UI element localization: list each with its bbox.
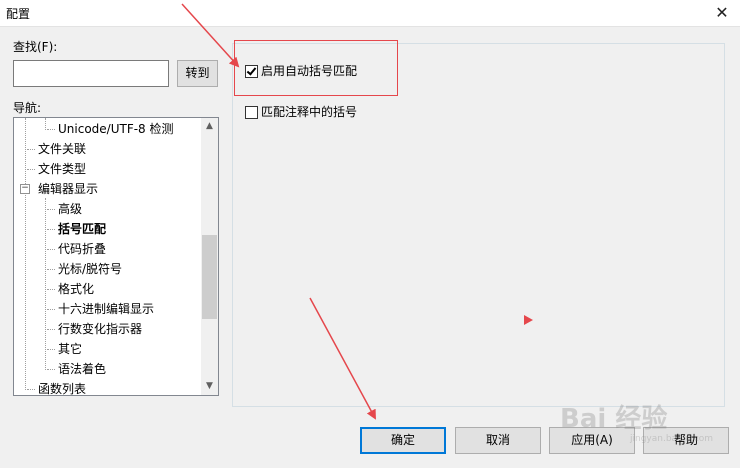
watermark-text: Bai 经验: [560, 404, 668, 434]
nav-tree[interactable]: Unicode/UTF-8 检测 文件关联 文件类型 − 编辑器显示 高级 括号…: [13, 117, 219, 396]
tree-item-function-list[interactable]: 函数列表: [38, 379, 86, 395]
tree-item-file-types[interactable]: 文件类型: [38, 159, 86, 179]
watermark: Bai 经验 jingyan.baidu.com: [560, 392, 736, 448]
tree-line-root: [25, 118, 26, 390]
options-panel: [232, 43, 725, 407]
tree-branch: [47, 369, 55, 370]
scroll-up-icon[interactable]: ▲: [201, 118, 218, 135]
scroll-thumb[interactable]: [202, 235, 217, 319]
close-icon[interactable]: ✕: [712, 3, 732, 23]
goto-button[interactable]: 转到: [177, 60, 218, 87]
tree-branch: [47, 249, 55, 250]
tree-branch: [27, 169, 35, 170]
tree-item-brace-matching[interactable]: 括号匹配: [58, 219, 106, 239]
tree-item-other[interactable]: 其它: [58, 339, 82, 359]
window-title: 配置: [6, 7, 31, 21]
tree-branch: [47, 349, 55, 350]
tree-item-unicode-detect[interactable]: Unicode/UTF-8 检测: [58, 119, 174, 139]
tree-item-line-change-indicator[interactable]: 行数变化指示器: [58, 319, 142, 339]
ok-button[interactable]: 确定: [360, 427, 446, 454]
tree-branch: [47, 209, 55, 210]
tree-item-file-association[interactable]: 文件关联: [38, 139, 86, 159]
tree-branch: [47, 129, 55, 130]
tree-line-level2-top: [45, 118, 46, 130]
tree-branch: [47, 329, 55, 330]
tree-branch: [47, 309, 55, 310]
cancel-button[interactable]: 取消: [455, 427, 541, 454]
tree-item-editor-display[interactable]: 编辑器显示: [38, 179, 98, 199]
watermark-sub: jingyan.baidu.com: [630, 434, 714, 444]
tree-item-advanced[interactable]: 高级: [58, 199, 82, 219]
match-in-comments-checkbox[interactable]: [245, 106, 258, 119]
scroll-down-icon[interactable]: ▼: [201, 378, 218, 395]
tree-item-hex-edit-display[interactable]: 十六进制编辑显示: [58, 299, 154, 319]
tree-item-syntax-coloring[interactable]: 语法着色: [58, 359, 106, 379]
annotation-highlight-box: [234, 40, 398, 96]
search-input[interactable]: [13, 60, 169, 87]
tree-item-cursor-caret[interactable]: 光标/脱符号: [58, 259, 122, 279]
search-label: 查找(F):: [13, 40, 58, 54]
tree-branch: [47, 289, 55, 290]
tree-branch: [47, 229, 55, 230]
nav-label: 导航:: [13, 101, 42, 115]
tree-item-formatting[interactable]: 格式化: [58, 279, 94, 299]
tree-branch: [27, 389, 35, 390]
tree-line-level2: [45, 198, 46, 370]
match-in-comments-label[interactable]: 匹配注释中的括号: [261, 104, 357, 120]
tree-scrollbar[interactable]: ▲ ▼: [201, 118, 218, 395]
title-bar: 配置 ✕: [0, 0, 740, 27]
tree-item-code-folding[interactable]: 代码折叠: [58, 239, 106, 259]
collapse-icon[interactable]: −: [20, 184, 30, 194]
tree-branch: [47, 269, 55, 270]
tree-branch: [27, 149, 35, 150]
